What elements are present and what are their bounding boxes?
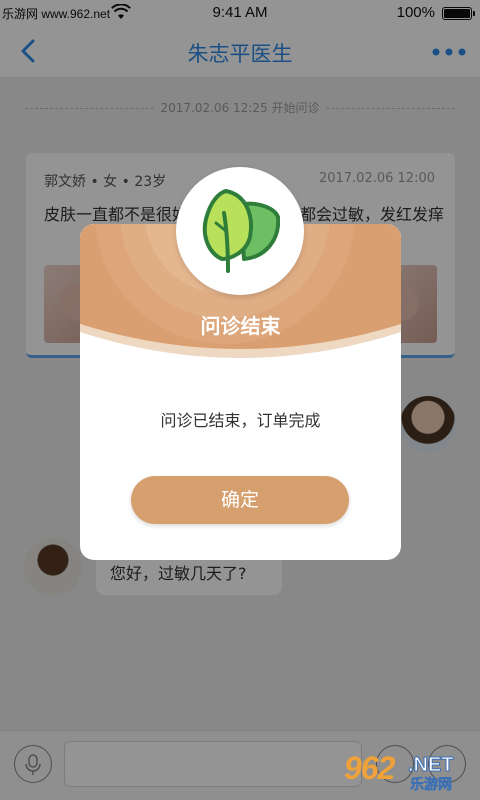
- watermark-number: 962: [344, 750, 395, 786]
- dialog-message: 问诊已结束，订单完成: [160, 411, 321, 430]
- app-logo: [176, 167, 304, 295]
- site-watermark: 962 .NET 乐游网: [344, 750, 474, 794]
- dialog-title: 问诊结束: [200, 314, 281, 338]
- confirm-button[interactable]: 确定: [131, 476, 349, 524]
- watermark-site-name: 乐游网: [410, 777, 453, 794]
- leaf-logo-icon: [202, 189, 280, 273]
